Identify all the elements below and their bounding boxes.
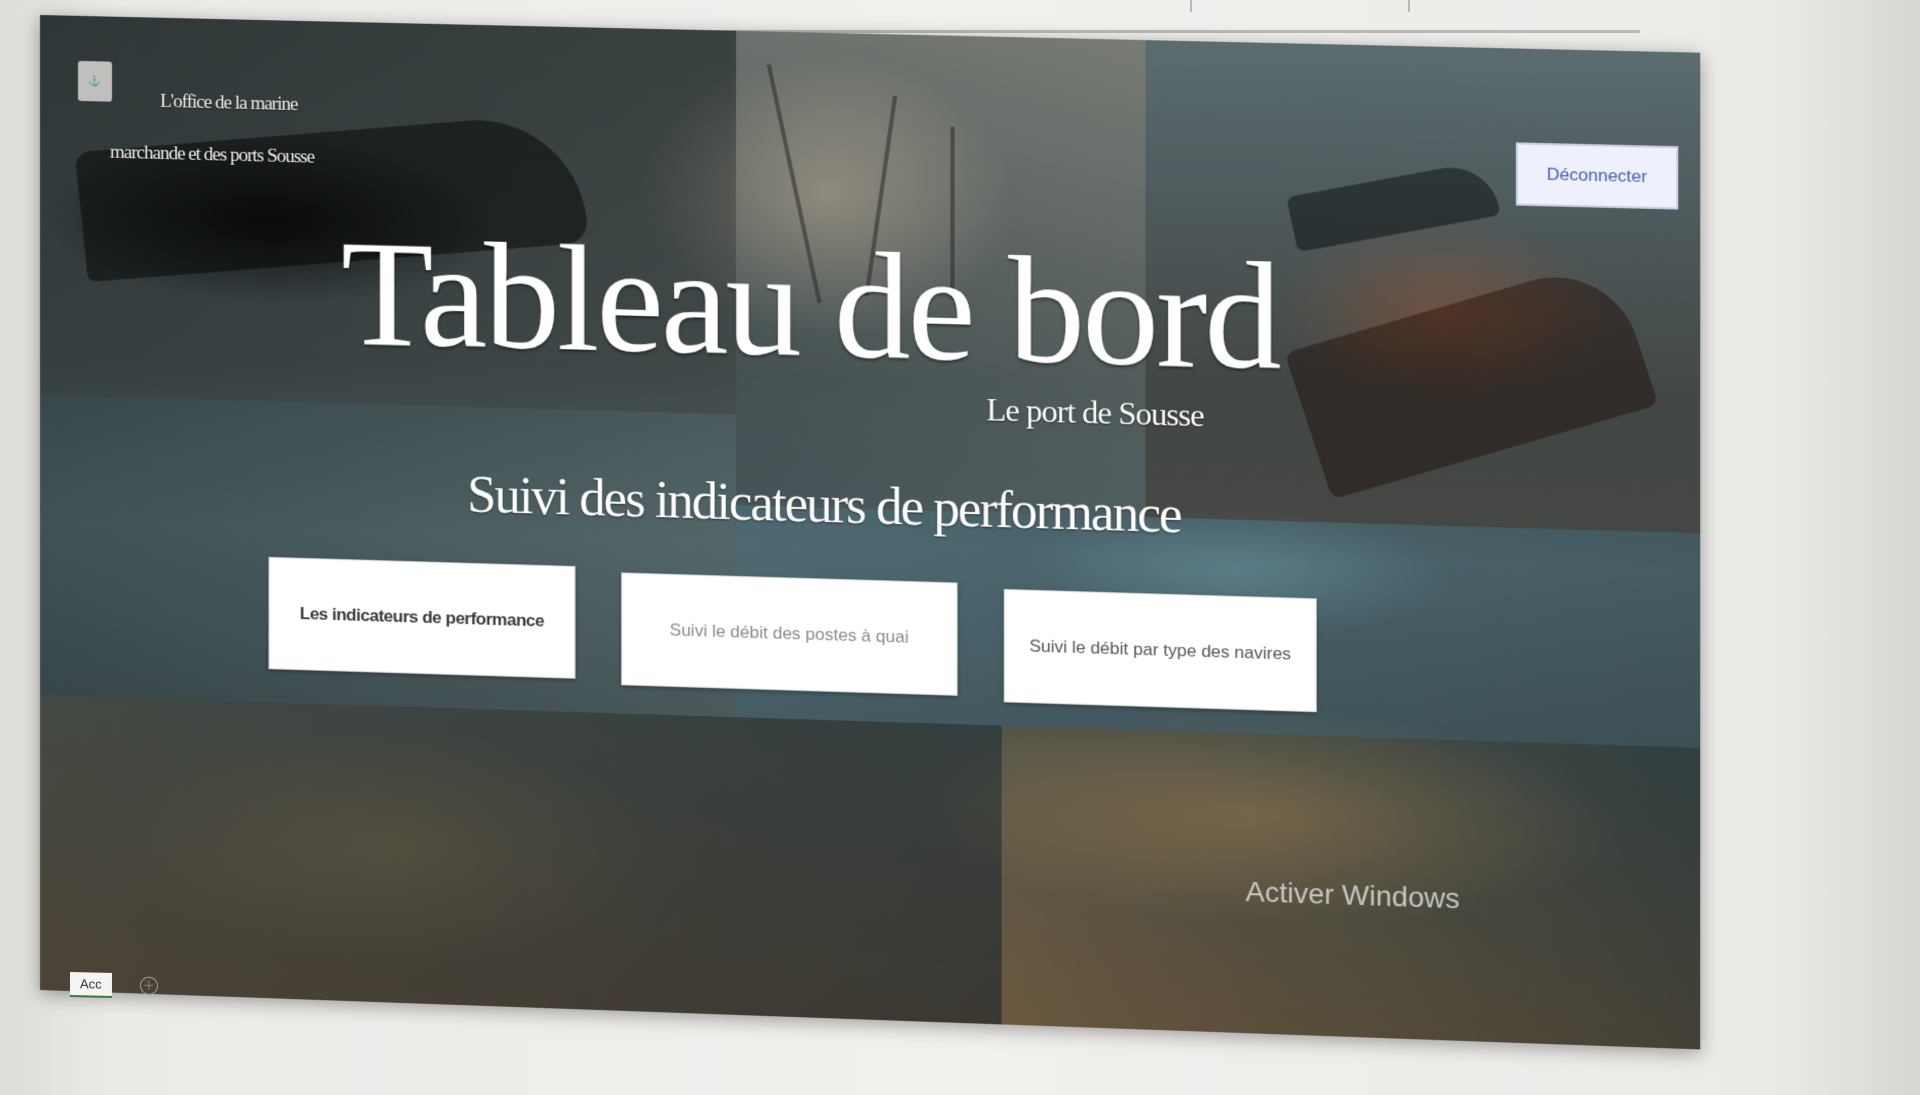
port-office-logo-icon: ⚓ (77, 60, 113, 102)
dashboard-subtitle: Le port de Sousse (986, 390, 1204, 434)
dashboard-screen: ⚓ L'office de la marine marchande et des… (40, 15, 1701, 1050)
divider (1190, 0, 1192, 12)
organization-name-line1: L'office de la marine (160, 90, 298, 116)
logout-button[interactable]: Déconnecter (1515, 142, 1679, 210)
sheet-tab-acc[interactable]: Acc (70, 971, 112, 998)
performance-indicators-button[interactable]: Les indicateurs de performance (268, 556, 576, 679)
ship-type-throughput-button[interactable]: Suivi le débit par type des navires (1003, 588, 1317, 713)
sheet-tab-bar: Acc + (70, 964, 158, 1006)
divider (1408, 0, 1410, 12)
collage-tile (40, 695, 1002, 1025)
dashboard-title: Tableau de bord (341, 209, 1279, 402)
photo-background-surface: ⚓ L'office de la marine marchande et des… (0, 0, 1920, 1095)
organization-name: L'office de la marine marchande et des p… (110, 62, 341, 198)
berth-throughput-button[interactable]: Suivi le débit des postes à quai (621, 572, 958, 696)
organization-name-line2: marchande et des ports Sousse (110, 141, 315, 168)
plus-circle-icon[interactable]: + (139, 976, 158, 995)
